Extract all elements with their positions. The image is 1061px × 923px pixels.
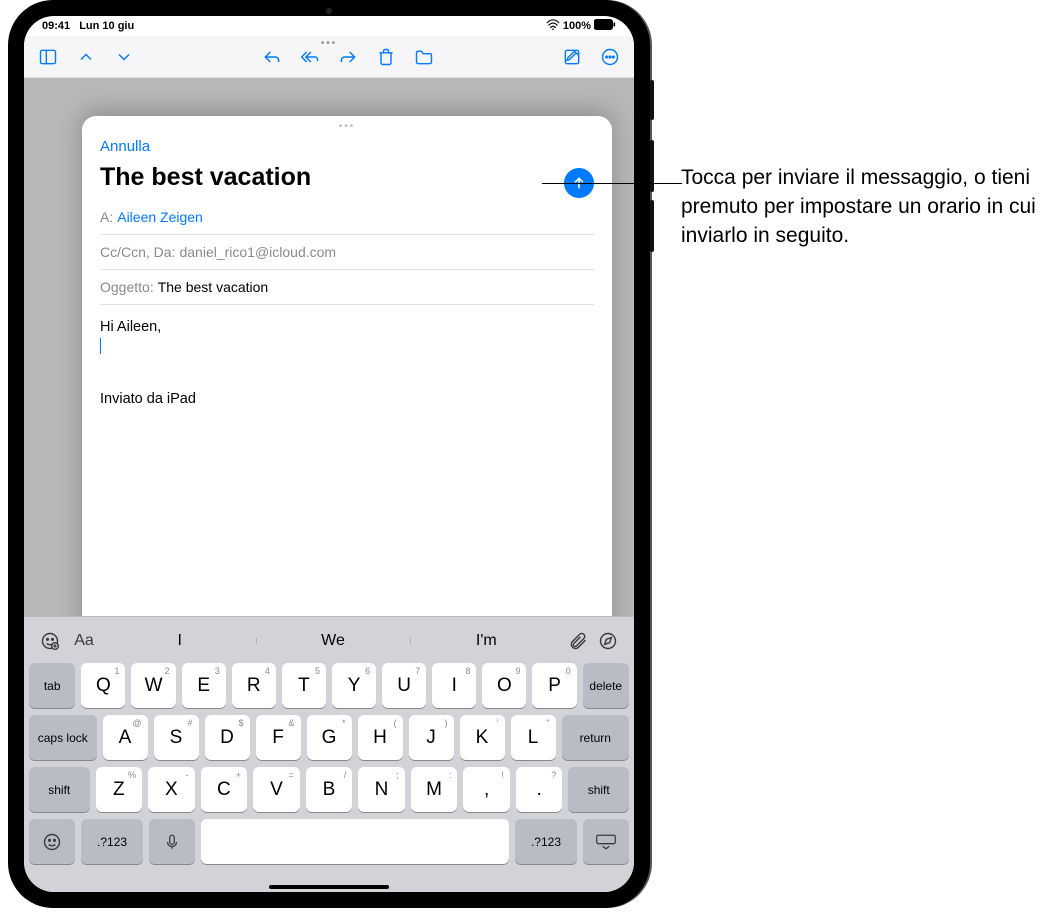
chevron-down-icon[interactable] xyxy=(114,47,134,67)
key-c[interactable]: +C xyxy=(201,767,248,812)
kb-row-4: .?123 .?123 xyxy=(29,819,629,864)
trash-icon[interactable] xyxy=(376,47,396,67)
key-y[interactable]: 6Y xyxy=(332,663,376,708)
volume-up-button xyxy=(650,140,654,192)
ipad-frame: 09:41 Lun 10 giu 100% ••• xyxy=(8,0,650,908)
to-label: A: xyxy=(100,209,113,225)
key-e[interactable]: 3E xyxy=(182,663,226,708)
body-line-1: Hi Aileen, xyxy=(100,317,594,338)
chevron-up-icon[interactable] xyxy=(76,47,96,67)
prediction-1[interactable]: I xyxy=(103,632,256,650)
key-delete[interactable]: delete xyxy=(583,663,629,708)
reply-all-icon[interactable] xyxy=(300,47,320,67)
prediction-2[interactable]: We xyxy=(256,632,409,650)
key-i[interactable]: 8I xyxy=(432,663,476,708)
folder-icon[interactable] xyxy=(414,47,434,67)
message-body[interactable]: Hi Aileen, Inviato da iPad xyxy=(100,305,594,410)
key-j[interactable]: )J xyxy=(409,715,454,760)
key-x[interactable]: -X xyxy=(148,767,195,812)
markup-icon[interactable] xyxy=(593,631,623,651)
more-icon[interactable] xyxy=(600,47,620,67)
key-numsym-left[interactable]: .?123 xyxy=(81,819,143,864)
key-o[interactable]: 9O xyxy=(482,663,526,708)
cc-value: daniel_rico1@icloud.com xyxy=(179,244,336,260)
kb-row-1: tab 1Q 2W 3E 4R 5T 6Y 7U 8I 9O 0P delete xyxy=(29,663,629,708)
callout-line xyxy=(542,183,682,184)
compose-title: The best vacation xyxy=(100,163,311,192)
key-a[interactable]: @A xyxy=(103,715,148,760)
key-t[interactable]: 5T xyxy=(282,663,326,708)
key-r[interactable]: 4R xyxy=(232,663,276,708)
front-camera xyxy=(309,8,349,14)
sidebar-icon[interactable] xyxy=(38,47,58,67)
signature: Inviato da iPad xyxy=(100,389,594,410)
keyboard: Aa I We I'm tab 1Q 2W 3E 4R 5T xyxy=(24,616,634,892)
text-cursor xyxy=(100,338,101,354)
format-button[interactable]: Aa xyxy=(65,632,103,650)
reply-icon[interactable] xyxy=(262,47,282,67)
cc-field[interactable]: Cc/Ccn, Da: daniel_rico1@icloud.com xyxy=(100,235,594,270)
battery-icon xyxy=(594,19,616,33)
to-value: Aileen Zeigen xyxy=(117,209,203,225)
key-capslock[interactable]: caps lock xyxy=(29,715,97,760)
battery-percent: 100% xyxy=(563,20,591,32)
status-bar: 09:41 Lun 10 giu 100% xyxy=(24,16,634,36)
key-p[interactable]: 0P xyxy=(532,663,576,708)
key-comma[interactable]: !, xyxy=(463,767,510,812)
key-w[interactable]: 2W xyxy=(131,663,175,708)
key-k[interactable]: 'K xyxy=(460,715,505,760)
attachment-icon[interactable] xyxy=(563,631,593,651)
to-field[interactable]: A: Aileen Zeigen xyxy=(100,200,594,235)
subject-value: The best vacation xyxy=(158,279,269,295)
key-q[interactable]: 1Q xyxy=(81,663,125,708)
cancel-button[interactable]: Annulla xyxy=(100,138,311,155)
key-shift-right[interactable]: shift xyxy=(568,767,629,812)
key-d[interactable]: $D xyxy=(205,715,250,760)
key-emoji[interactable] xyxy=(29,819,75,864)
subject-label: Oggetto: xyxy=(100,279,154,295)
cc-label: Cc/Ccn, Da: xyxy=(100,244,175,260)
subject-field[interactable]: Oggetto: The best vacation xyxy=(100,270,594,305)
callout-text: Tocca per inviare il messaggio, o tieni … xyxy=(681,164,1056,251)
key-f[interactable]: &F xyxy=(256,715,301,760)
key-v[interactable]: =V xyxy=(253,767,300,812)
key-hide-keyboard[interactable] xyxy=(583,819,629,864)
stickers-icon[interactable] xyxy=(35,631,65,651)
key-mic[interactable] xyxy=(149,819,195,864)
prediction-3[interactable]: I'm xyxy=(410,632,563,650)
status-date: Lun 10 giu xyxy=(79,20,134,32)
key-z[interactable]: %Z xyxy=(96,767,143,812)
key-u[interactable]: 7U xyxy=(382,663,426,708)
wifi-icon xyxy=(546,19,560,33)
multitask-dots[interactable]: ••• xyxy=(24,38,634,49)
key-m[interactable]: :M xyxy=(411,767,458,812)
key-b[interactable]: /B xyxy=(306,767,353,812)
key-l[interactable]: "L xyxy=(511,715,556,760)
sheet-dots[interactable]: ••• xyxy=(100,116,594,136)
forward-icon[interactable] xyxy=(338,47,358,67)
power-button xyxy=(650,80,654,120)
key-shift-left[interactable]: shift xyxy=(29,767,90,812)
key-tab[interactable]: tab xyxy=(29,663,75,708)
kb-row-3: shift %Z -X +C =V /B ;N :M !, ?. shift xyxy=(29,767,629,812)
prediction-bar: Aa I We I'm xyxy=(29,621,629,661)
key-g[interactable]: *G xyxy=(307,715,352,760)
volume-down-button xyxy=(650,200,654,252)
key-h[interactable]: (H xyxy=(358,715,403,760)
home-indicator[interactable] xyxy=(269,885,389,889)
compose-icon[interactable] xyxy=(562,47,582,67)
key-return[interactable]: return xyxy=(562,715,630,760)
key-period[interactable]: ?. xyxy=(516,767,563,812)
screen: 09:41 Lun 10 giu 100% ••• xyxy=(24,16,634,892)
key-s[interactable]: #S xyxy=(154,715,199,760)
key-space[interactable] xyxy=(201,819,509,864)
key-numsym-right[interactable]: .?123 xyxy=(515,819,577,864)
status-time: 09:41 xyxy=(42,20,70,32)
kb-row-2: caps lock @A #S $D &F *G (H )J 'K "L ret… xyxy=(29,715,629,760)
key-n[interactable]: ;N xyxy=(358,767,405,812)
